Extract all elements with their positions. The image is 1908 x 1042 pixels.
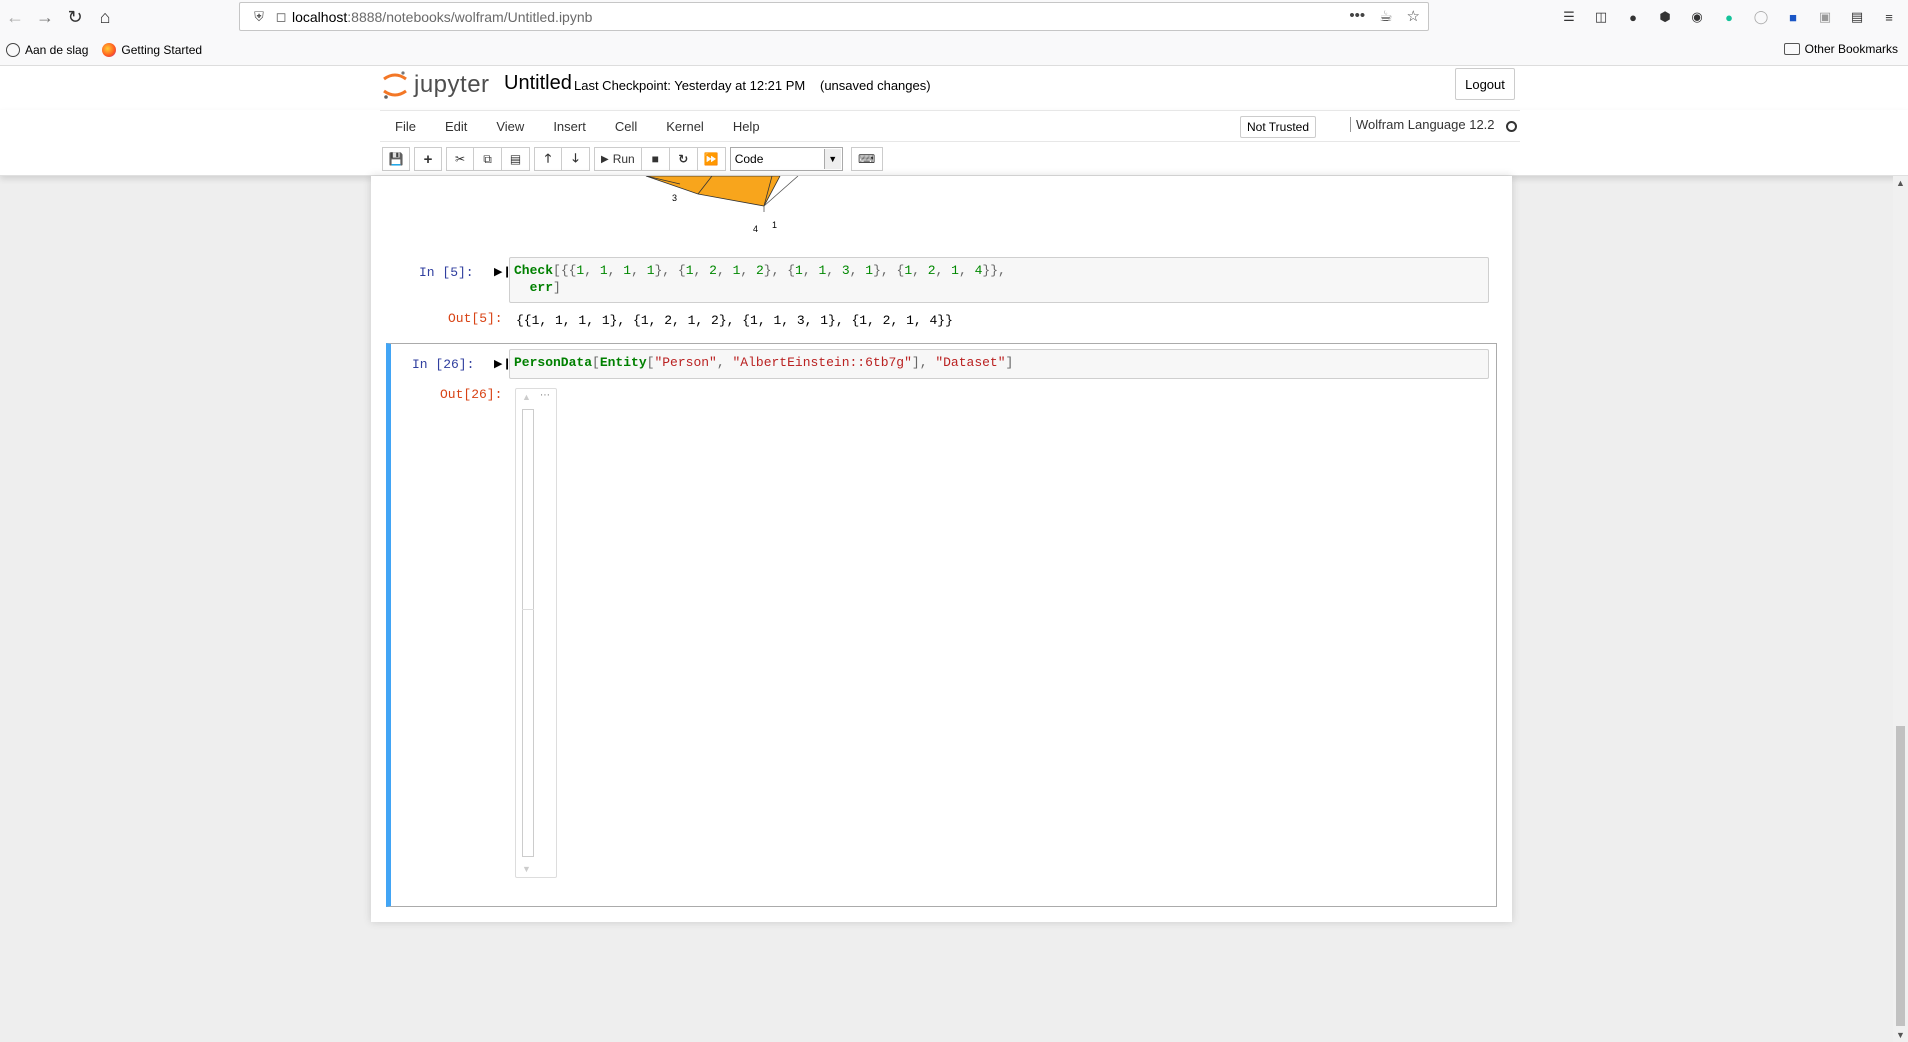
menu-edit[interactable]: Edit <box>430 119 481 134</box>
logout-button[interactable]: Logout <box>1455 68 1515 100</box>
extension-w-icon[interactable]: ◉ <box>1688 8 1706 26</box>
plot-3d-output: 3 4 1 <box>645 176 799 234</box>
cut-icon[interactable]: ✂ <box>446 147 474 171</box>
jupyter-header: jupyter Untitled Last Checkpoint: Yester… <box>0 66 1908 110</box>
bookmark-getting-started[interactable]: Getting Started <box>102 42 203 57</box>
run-label: Run <box>612 152 635 166</box>
library-icon[interactable]: ☰ <box>1560 8 1578 26</box>
bookmark-aan-de-slag[interactable]: Aan de slag <box>6 42 89 57</box>
bookmarks-bar: Aan de slag Getting Started Other Bookma… <box>0 34 1908 66</box>
reload-icon[interactable]: ↻ <box>60 2 90 32</box>
jupyter-logo-text: jupyter <box>414 71 490 98</box>
scroll-down-icon[interactable]: ▼ <box>1896 1030 1905 1040</box>
move-up-icon[interactable]: 🡑 <box>534 147 562 171</box>
paste-icon[interactable]: ▤ <box>502 147 530 171</box>
dataset-more-icon[interactable]: ⋯ <box>540 390 550 401</box>
last-checkpoint: Last Checkpoint: Yesterday at 12:21 PM <box>574 78 806 93</box>
url-text[interactable]: localhost:8888/notebooks/wolfram/Untitle… <box>292 9 592 25</box>
copy-icon[interactable]: ⧉ <box>474 147 502 171</box>
cell-26-out-prompt: Out[26]: <box>440 387 503 402</box>
notebook-name[interactable]: Untitled <box>504 72 572 95</box>
back-arrow-icon[interactable]: ← <box>0 2 30 32</box>
extension-cube-icon[interactable]: ⬢ <box>1656 8 1674 26</box>
home-icon[interactable]: ⌂ <box>90 2 120 32</box>
menu-cell[interactable]: Cell <box>600 119 651 134</box>
plot-tick-label: 4 <box>753 224 758 234</box>
dataset-up-icon[interactable]: ▲ <box>522 392 531 402</box>
grammarly-icon[interactable]: ● <box>1720 8 1738 26</box>
bookmark-label: Getting Started <box>121 42 203 57</box>
unsaved-changes: (unsaved changes) <box>820 78 931 93</box>
plot-tick-label: 3 <box>672 193 677 203</box>
sidebar-icon[interactable]: ◫ <box>1592 8 1610 26</box>
cell-26-input[interactable]: PersonData[Entity["Person", "AlbertEinst… <box>509 349 1489 379</box>
run-button[interactable]: ▶ Run <box>594 147 642 171</box>
extension-flag-icon[interactable]: ■ <box>1784 8 1802 26</box>
scroll-up-icon[interactable]: ▲ <box>1896 178 1905 188</box>
save-icon[interactable]: 💾 <box>382 147 410 171</box>
menubar: File Edit View Insert Cell Kernel Help N… <box>380 110 1520 142</box>
move-down-icon[interactable]: 🡓 <box>562 147 590 171</box>
extension-arc-icon[interactable]: ◯ <box>1752 8 1770 26</box>
menu-kernel[interactable]: Kernel <box>651 119 718 134</box>
extension-stack-icon[interactable]: ▤ <box>1848 8 1866 26</box>
firefox-icon <box>102 42 117 57</box>
cell-5-out-prompt: Out[5]: <box>448 311 503 326</box>
extension-k-icon[interactable]: ▣ <box>1816 8 1834 26</box>
dataset-output[interactable]: ▲ ⋯ ▼ <box>515 388 557 878</box>
menu-file[interactable]: File <box>380 119 430 134</box>
jupyter-logo-icon <box>383 71 407 99</box>
cell-5-in-prompt: In [5]: <box>419 265 474 280</box>
hamburger-menu-icon[interactable]: ≡ <box>1880 8 1898 26</box>
cell-type-select[interactable]: Code ▼ <box>729 147 843 171</box>
forward-arrow-icon[interactable]: → <box>30 2 60 32</box>
restart-icon[interactable]: ↻ <box>669 147 698 171</box>
menu-view[interactable]: View <box>481 119 538 134</box>
kernel-name[interactable]: Wolfram Language 12.2 <box>1350 117 1495 132</box>
jupyter-logo[interactable]: jupyter <box>382 70 490 100</box>
menu-help[interactable]: Help <box>718 119 774 134</box>
browser-toolbar: ← → ↻ ⌂ ⛨ ◻ localhost:8888/notebooks/wol… <box>0 0 1908 34</box>
dataset-scroll-track[interactable] <box>522 409 534 857</box>
cell-26-in-prompt: In [26]: <box>412 357 475 372</box>
account-icon[interactable]: ● <box>1624 8 1642 26</box>
cell-5-input[interactable]: Check[{{1, 1, 1, 1}, {1, 2, 1, 2}, {1, 1… <box>509 257 1489 303</box>
dataset-down-icon[interactable]: ▼ <box>522 864 531 874</box>
page-scrollbar[interactable]: ▲ ▼ <box>1893 176 1908 1042</box>
cell-type-value: Code <box>734 152 764 166</box>
globe-icon <box>6 42 20 57</box>
not-trusted-badge[interactable]: Not Trusted <box>1240 116 1317 138</box>
stop-icon[interactable]: ■ <box>641 147 670 171</box>
cell-5-output: {{1, 1, 1, 1}, {1, 2, 1, 2}, {1, 1, 3, 1… <box>516 313 953 328</box>
keyboard-icon[interactable]: ⌨ <box>850 147 883 171</box>
menu-insert[interactable]: Insert <box>538 119 600 134</box>
bookmark-label: Aan de slag <box>25 42 89 57</box>
scrollbar-thumb[interactable] <box>1896 726 1905 1026</box>
chevron-down-icon: ▼ <box>823 149 841 169</box>
url-bar[interactable]: ⛨ ◻ localhost:8888/notebooks/wolfram/Unt… <box>239 2 1429 31</box>
page-info-icon[interactable]: ◻ <box>270 9 292 25</box>
shield-icon[interactable]: ⛨ <box>248 9 270 25</box>
other-bookmarks-label: Other Bookmarks <box>1804 42 1898 56</box>
add-cell-icon[interactable]: + <box>414 147 442 171</box>
fast-forward-icon[interactable]: ⏩ <box>697 147 726 171</box>
plot-tick-label: 1 <box>772 220 777 230</box>
dataset-divider <box>522 609 534 610</box>
page-actions-icon[interactable]: ••• <box>1349 7 1365 25</box>
menubar-container: File Edit View Insert Cell Kernel Help N… <box>0 110 1908 176</box>
folder-icon <box>1783 43 1800 55</box>
bookmark-star-icon[interactable]: ☆ <box>1407 7 1420 25</box>
pocket-icon[interactable]: ☕ <box>1379 7 1392 25</box>
other-bookmarks[interactable]: Other Bookmarks <box>1783 42 1898 56</box>
notebook-toolbar: 💾 + ✂ ⧉ ▤ 🡑 🡓 ▶ Run ■ ↻ ⏩ Code ▼ ⌨ <box>382 147 887 171</box>
play-icon: ▶ <box>601 153 609 165</box>
kernel-idle-icon <box>1506 121 1517 132</box>
